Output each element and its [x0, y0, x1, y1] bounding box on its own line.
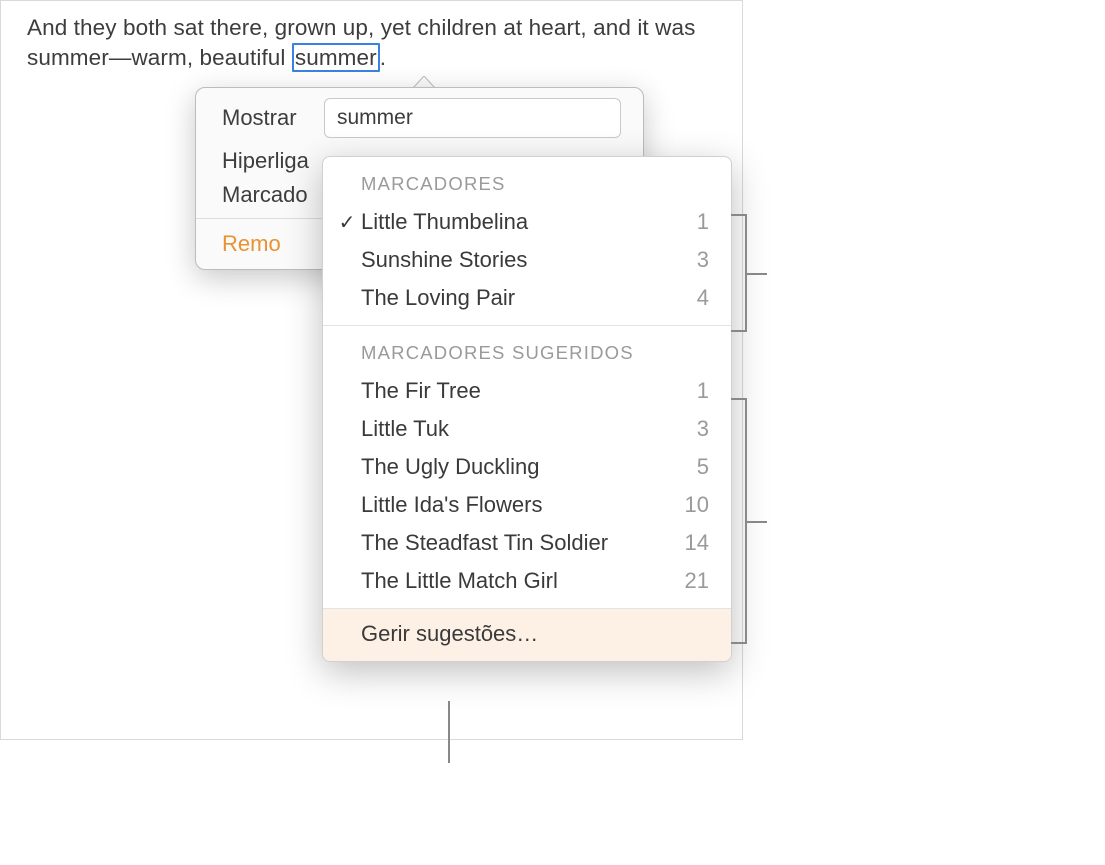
show-label: Mostrar: [222, 105, 324, 131]
dropdown-item-label: Little Thumbelina: [361, 209, 697, 235]
checkmark-icon: ✓: [333, 210, 361, 235]
manage-suggestions-button[interactable]: Gerir sugestões…: [323, 609, 731, 661]
dropdown-item-count: 10: [685, 492, 709, 518]
dropdown-item[interactable]: The Loving Pair 4: [323, 279, 731, 317]
dropdown-item[interactable]: The Little Match Girl 21: [323, 562, 731, 600]
dropdown-item[interactable]: ✓ Little Thumbelina 1: [323, 203, 731, 241]
dropdown-item-label: The Ugly Duckling: [361, 454, 697, 480]
section-header-suggested: MARCADORES SUGERIDOS: [323, 326, 731, 372]
dropdown-item-label: The Fir Tree: [361, 378, 697, 404]
dropdown-item-count: 3: [697, 247, 709, 273]
dropdown-item[interactable]: Little Tuk 3: [323, 410, 731, 448]
annotation-tick: [745, 521, 767, 523]
dropdown-item-label: Little Tuk: [361, 416, 697, 442]
dropdown-item-count: 3: [697, 416, 709, 442]
annotation-bracket: [745, 398, 747, 644]
remove-button[interactable]: Remo: [196, 219, 307, 269]
dropdown-item-label: The Loving Pair: [361, 285, 697, 311]
section-header-bookmarks: MARCADORES: [323, 157, 731, 203]
dropdown-item-count: 4: [697, 285, 709, 311]
dropdown-item[interactable]: The Fir Tree 1: [323, 372, 731, 410]
bookmark-dropdown: MARCADORES ✓ Little Thumbelina 1 Sunshin…: [322, 156, 732, 662]
dropdown-item[interactable]: The Ugly Duckling 5: [323, 448, 731, 486]
show-row: Mostrar: [196, 88, 643, 144]
dropdown-item[interactable]: Sunshine Stories 3: [323, 241, 731, 279]
dropdown-item[interactable]: Little Ida's Flowers 10: [323, 486, 731, 524]
annotation-leader: [448, 701, 450, 763]
dropdown-item-label: Sunshine Stories: [361, 247, 697, 273]
body-text: And they both sat there, grown up, yet c…: [27, 13, 716, 74]
dropdown-item-count: 1: [697, 209, 709, 235]
show-input[interactable]: [324, 98, 621, 138]
text-after: .: [380, 45, 386, 70]
annotation-bracket: [745, 214, 747, 332]
dropdown-item[interactable]: The Steadfast Tin Soldier 14: [323, 524, 731, 562]
dropdown-item-count: 21: [685, 568, 709, 594]
annotation-tick: [745, 273, 767, 275]
dropdown-item-label: Little Ida's Flowers: [361, 492, 685, 518]
dropdown-item-label: The Steadfast Tin Soldier: [361, 530, 685, 556]
selected-word[interactable]: summer: [292, 43, 380, 72]
dropdown-item-label: The Little Match Girl: [361, 568, 685, 594]
dropdown-item-count: 14: [685, 530, 709, 556]
dropdown-item-count: 1: [697, 378, 709, 404]
dropdown-item-count: 5: [697, 454, 709, 480]
